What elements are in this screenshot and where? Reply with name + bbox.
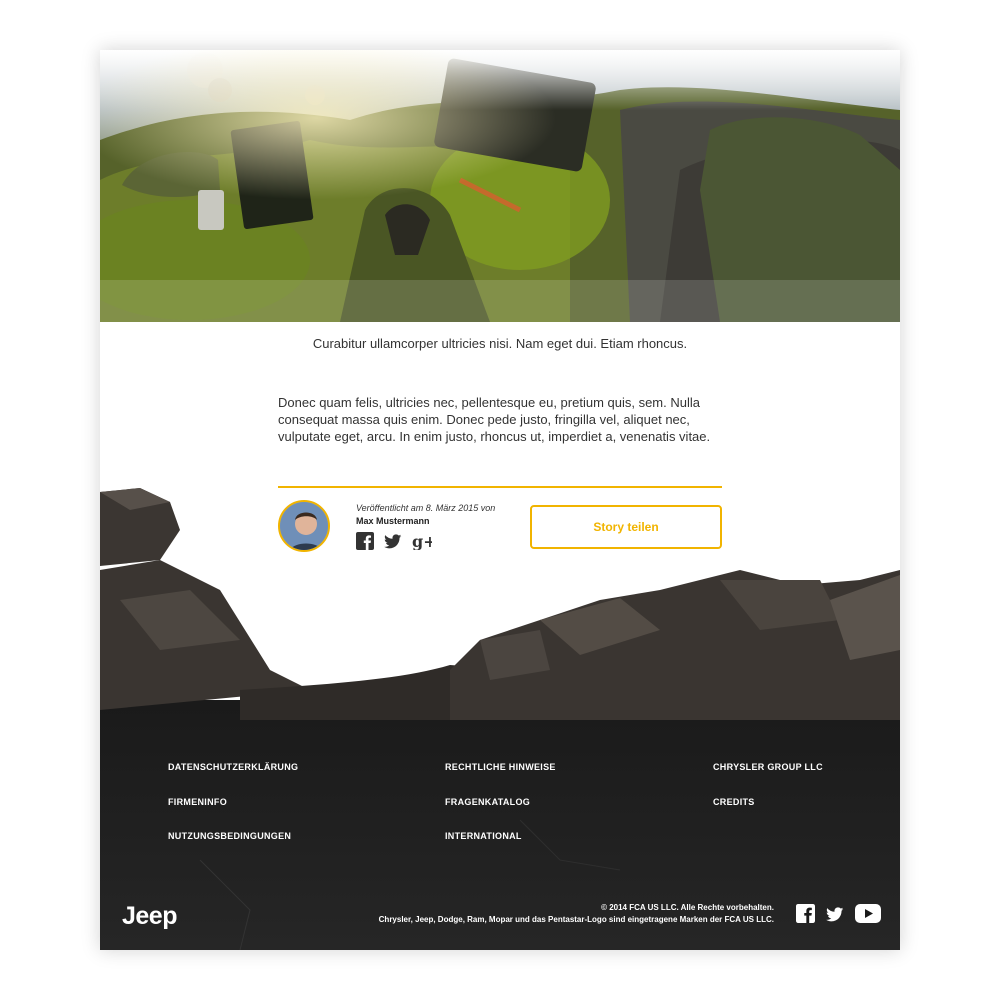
footer-link-credits[interactable]: CREDITS [713, 797, 755, 807]
svg-text:g+: g+ [412, 532, 432, 550]
twitter-icon[interactable] [384, 532, 402, 550]
share-icons: g+ [356, 532, 437, 551]
footer-link-privacy[interactable]: DATENSCHUTZERKLÄRUNG [168, 762, 298, 772]
facebook-icon[interactable] [356, 532, 374, 550]
footer-link-faq[interactable]: FRAGENKATALOG [445, 797, 530, 807]
yellow-divider [278, 486, 722, 488]
avatar [278, 500, 330, 552]
trademark-text: Chrysler, Jeep, Dodge, Ram, Mopar und da… [378, 915, 774, 924]
footer-link-chrysler-group[interactable]: CHRYSLER GROUP LLC [713, 762, 823, 772]
hero-caption: Curabitur ullamcorper ultricies nisi. Na… [312, 336, 688, 351]
jeep-logo[interactable]: Jeep [122, 902, 177, 931]
article-body: Donec quam felis, ultricies nec, pellent… [278, 395, 711, 444]
share-story-button[interactable]: Story teilen [530, 505, 722, 549]
footer-link-company-info[interactable]: FIRMENINFO [168, 797, 227, 807]
google-plus-icon[interactable]: g+ [412, 532, 437, 551]
rocks-footer-background [100, 488, 900, 950]
youtube-icon[interactable] [855, 904, 881, 928]
footer-link-legal[interactable]: RECHTLICHE HINWEISE [445, 762, 556, 772]
published-date: Veröffentlicht am 8. März 2015 von [356, 503, 496, 513]
footer-social-icons [796, 904, 881, 928]
footer-link-terms[interactable]: NUTZUNGSBEDINGUNGEN [168, 831, 291, 841]
hero-image [100, 50, 900, 322]
copyright-text: © 2014 FCA US LLC. Alle Rechte vorbehalt… [601, 903, 774, 912]
twitter-icon[interactable] [825, 905, 845, 928]
facebook-icon[interactable] [796, 904, 815, 928]
page-container: Curabitur ullamcorper ultricies nisi. Na… [100, 50, 900, 950]
author-name: Max Mustermann [356, 516, 430, 526]
footer-link-international[interactable]: INTERNATIONAL [445, 831, 522, 841]
